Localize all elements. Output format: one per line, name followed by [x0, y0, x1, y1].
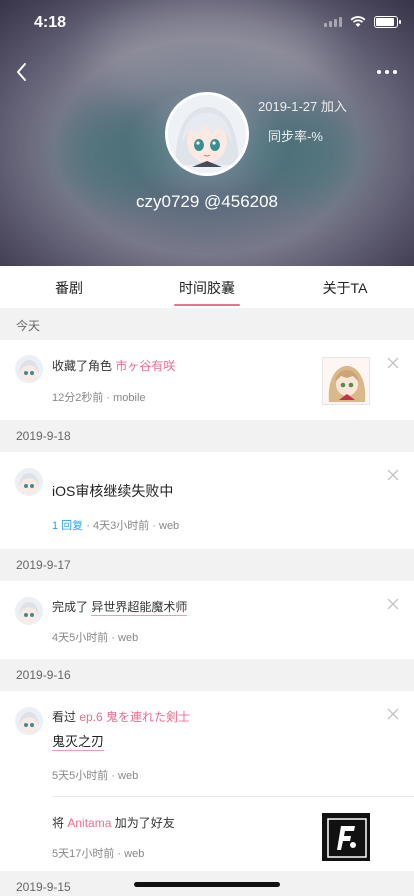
activity-time: 5天17小时前 [52, 848, 115, 860]
subject-link[interactable]: 异世界超能魔术师 [91, 600, 188, 616]
anitama-logo-icon [323, 814, 369, 860]
chevron-left-icon [17, 63, 26, 81]
status-text: iOS审核继续失败中 [52, 483, 174, 499]
activity-time: 12分2秒前 [52, 392, 104, 404]
sync-rate: 同步率-% [268, 129, 323, 144]
close-icon[interactable] [386, 597, 400, 611]
timeline-item[interactable]: 看过 ep.6 鬼を連れた剣士 鬼灭之刃 5天5小时前 · web [0, 691, 414, 797]
activity-meta: 1 回复 · 4天3小时前 · web [52, 520, 180, 532]
date-header: 今天 [0, 308, 414, 340]
tab-about[interactable]: 关于TA [276, 266, 414, 308]
cellular-signal-icon [324, 17, 342, 27]
activity-line: 将 Anitama 加为了好友 [52, 814, 175, 831]
home-indicator [134, 882, 280, 887]
timeline-item[interactable]: 收藏了角色 市ヶ谷有咲 12分2秒前 · mobile [0, 340, 414, 420]
avatar[interactable] [15, 597, 43, 625]
battery-icon [374, 16, 401, 28]
status-time: 4:18 [34, 14, 67, 31]
activity-meta: 12分2秒前 · mobile [52, 392, 146, 404]
close-icon[interactable] [386, 707, 400, 721]
activity-time: 4天5小时前 [52, 632, 109, 644]
activity-source: web [118, 770, 139, 782]
user-avatar-icon [15, 355, 43, 383]
timeline-feed: 今天 收藏了角色 市ヶ谷有咲 12分2秒前 · mobile 2019-9-18… [0, 308, 414, 896]
friend-link[interactable]: Anitama [67, 816, 111, 830]
episode-link[interactable]: ep.6 鬼を連れた剣士 [79, 710, 190, 724]
back-button[interactable] [10, 58, 38, 86]
activity-source: mobile [113, 392, 146, 404]
date-header: 2019-9-18 [0, 420, 414, 452]
user-avatar-icon [15, 707, 43, 735]
activity-time: 4天3小时前 [92, 520, 150, 532]
join-date: 2019-1-27 加入 [258, 99, 347, 114]
activity-source: web [124, 848, 145, 860]
character-link[interactable]: 市ヶ谷有咲 [115, 359, 175, 373]
timeline-item[interactable]: 完成了 异世界超能魔术师 4天5小时前 · web [0, 581, 414, 659]
activity-line: 看过 ep.6 鬼を連れた剣士 [52, 708, 190, 725]
activity-time: 5天5小时前 [52, 770, 109, 782]
activity-meta: 4天5小时前 · web [52, 632, 139, 644]
activity-line: 完成了 异世界超能魔术师 [52, 598, 188, 616]
activity-line: 收藏了角色 市ヶ谷有咲 [52, 357, 175, 374]
date-header: 2019-9-17 [0, 549, 414, 581]
close-icon[interactable] [386, 356, 400, 370]
character-thumbnail[interactable] [322, 357, 370, 405]
activity-meta: 5天17小时前 · web [52, 848, 145, 860]
close-icon[interactable] [386, 468, 400, 482]
character-image-icon [323, 358, 369, 404]
user-avatar-icon [15, 468, 43, 496]
user-avatar[interactable] [165, 92, 249, 176]
activity-action: 完成了 [52, 600, 89, 614]
friend-avatar[interactable] [322, 813, 370, 861]
anime-avatar-icon [168, 95, 246, 173]
profile-tabs: 番剧 时间胶囊 关于TA [0, 266, 414, 308]
tab-time-capsule[interactable]: 时间胶囊 [138, 266, 276, 308]
activity-action: 收藏了角色 [52, 359, 113, 373]
avatar[interactable] [15, 468, 43, 496]
activity-prefix: 将 [52, 816, 65, 830]
timeline-item[interactable]: iOS审核继续失败中 1 回复 · 4天3小时前 · web [0, 452, 414, 549]
activity-suffix: 加为了好友 [114, 816, 175, 830]
subject-link[interactable]: 鬼灭之刃 [52, 734, 105, 751]
timeline-item[interactable]: 将 Anitama 加为了好友 5天17小时前 · web [0, 797, 414, 871]
status-bar: 4:18 [0, 0, 414, 44]
profile-header: 4:18 2019-1-27 加入 同步率-% czy0729 @456208 [0, 0, 414, 266]
avatar[interactable] [15, 355, 43, 383]
tab-anime[interactable]: 番剧 [0, 266, 138, 308]
reply-link[interactable]: 1 回复 [52, 520, 83, 532]
activity-source: web [159, 520, 180, 532]
activity-source: web [118, 632, 139, 644]
avatar[interactable] [15, 707, 43, 735]
subject-title-wrap: 鬼灭之刃 [52, 731, 105, 751]
more-dots-icon [377, 70, 381, 74]
date-header: 2019-9-16 [0, 659, 414, 691]
activity-action: 看过 [52, 710, 77, 724]
wifi-icon [350, 16, 366, 27]
user-avatar-icon [15, 597, 43, 625]
more-options-button[interactable] [374, 62, 400, 82]
username: czy0729 @456208 [135, 192, 279, 211]
activity-meta: 5天5小时前 · web [52, 770, 139, 782]
